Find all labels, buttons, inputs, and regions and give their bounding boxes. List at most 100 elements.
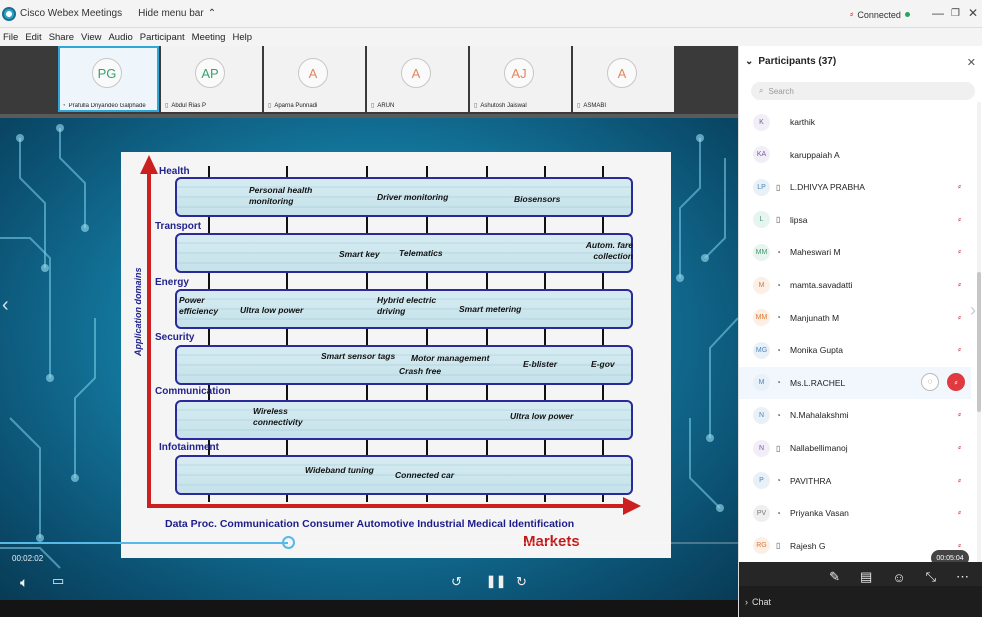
- chevron-down-icon: ⌄: [745, 56, 754, 67]
- participant-row[interactable]: PV ◔ Priyanka Vasan ⸗: [739, 497, 971, 529]
- bottom-bar: [0, 600, 738, 617]
- next-page-arrow-icon[interactable]: ›: [970, 300, 976, 321]
- muted-mic-icon[interactable]: ⸗: [958, 344, 961, 354]
- playback-progress-bar[interactable]: [0, 536, 738, 549]
- muted-mic-icon[interactable]: ⸗: [958, 409, 961, 419]
- elapsed-time: 00:02:02: [12, 554, 44, 563]
- participant-name: karuppaiah A: [790, 149, 840, 160]
- x-axis-categories: Data Proc. Communication Consumer Automo…: [165, 518, 575, 530]
- participant-row[interactable]: MM ◔ Manjunath M ⸗: [739, 302, 971, 334]
- participant-row[interactable]: L ▯ lipsa ⸗: [739, 204, 971, 236]
- participant-thumbnail[interactable]: A ▯ ASMABI: [573, 46, 674, 112]
- item-connected-car: Connected car: [395, 470, 455, 480]
- thumbnail-name-row: ▯ Abdul Rias P: [165, 102, 261, 110]
- participant-thumbnail[interactable]: AP ▯ Abdul Rias P: [161, 46, 262, 112]
- previous-page-arrow-icon[interactable]: ‹: [2, 294, 9, 317]
- forward-30-icon[interactable]: ↻: [516, 574, 527, 590]
- thumbnail-list: PG ◔ Prafulla Dnyandeo Galphade AP ▯ Abdul Ri…: [58, 46, 678, 114]
- participant-search-input[interactable]: ⌕ Search: [751, 82, 975, 100]
- muted-mic-icon[interactable]: ⸗: [958, 442, 961, 452]
- muted-mic-icon[interactable]: ⸗: [958, 246, 961, 256]
- muted-mic-icon[interactable]: ⸗: [958, 475, 961, 485]
- restore-button[interactable]: ❐: [951, 8, 960, 19]
- muted-mic-icon[interactable]: ⸗: [958, 540, 961, 550]
- row-actions: ◌ ⸗: [921, 372, 965, 391]
- participant-name: Ms.L.RACHEL: [790, 377, 846, 388]
- annotate-pen-icon[interactable]: ✎: [829, 569, 840, 585]
- volume-icon[interactable]: 🔈︎: [20, 574, 28, 591]
- audio-icon: ◔: [776, 280, 781, 290]
- participant-row[interactable]: M ◔ Ms.L.RACHEL ◌ ⸗: [739, 366, 971, 399]
- playback-scrubber-handle[interactable]: [281, 536, 295, 549]
- menu-participant[interactable]: Participant: [137, 32, 189, 43]
- thumbnail-name: Ashutosh Jaiswal: [480, 102, 527, 109]
- rewind-10-icon[interactable]: ↺: [451, 574, 462, 590]
- muted-mic-icon[interactable]: ⸗: [958, 312, 961, 322]
- avatar: AJ: [504, 58, 534, 88]
- participant-thumbnail[interactable]: AJ ▯ Ashutosh Jaiswal: [470, 46, 571, 112]
- avatar: LP: [753, 178, 770, 196]
- unmute-button[interactable]: ⸗: [947, 372, 965, 391]
- search-placeholder: Search: [768, 86, 794, 96]
- participant-thumbnail[interactable]: A ▯ ARUN: [367, 46, 468, 112]
- participant-row[interactable]: N ◔ N.Mahalakshmi ⸗: [739, 399, 971, 431]
- participant-row[interactable]: MM ◔ Maheswari M ⸗: [739, 236, 971, 268]
- participants-header[interactable]: ⌄ Participants (37): [745, 56, 836, 67]
- participant-row[interactable]: M ◔ mamta.savadatti ⸗: [739, 269, 971, 301]
- avatar: K: [753, 113, 770, 131]
- menu-audio[interactable]: Audio: [105, 32, 136, 43]
- menu-help[interactable]: Help: [229, 32, 256, 43]
- thumbnail-name: Prafulla Dnyandeo Galphade: [68, 103, 146, 109]
- avatar: MM: [753, 309, 770, 327]
- participant-row[interactable]: N ▯ Nallabellimanoj ⸗: [739, 432, 971, 464]
- item-personal-health: Personal health monitoring: [249, 185, 313, 206]
- menu-share[interactable]: Share: [46, 32, 78, 43]
- presentation-slide: Application domains Health Transport Ene…: [121, 152, 671, 558]
- scrollbar-thumb[interactable]: [977, 272, 981, 412]
- close-panel-icon[interactable]: ✕: [967, 56, 976, 69]
- participant-row[interactable]: Kkarthik: [739, 106, 971, 138]
- menu-view[interactable]: View: [78, 32, 105, 43]
- muted-mic-icon[interactable]: ⸗: [958, 507, 961, 517]
- participant-row[interactable]: MG ◔ Monika Gupta ⸗: [739, 334, 971, 366]
- item-driver-monitoring: Driver monitoring: [377, 192, 449, 202]
- more-options-icon[interactable]: ⋯: [956, 569, 969, 585]
- audio-icon: ◔: [776, 378, 781, 388]
- participant-row[interactable]: P ◔ PAVITHRA ⸗: [739, 465, 971, 497]
- participant-row[interactable]: KA karuppaiah A: [739, 139, 971, 171]
- participant-list-scrollbar[interactable]: [977, 102, 981, 562]
- row-label-infotainment: Infotainment: [159, 442, 219, 453]
- participant-name: Manjunath M: [790, 312, 840, 323]
- chevron-right-icon: ›: [745, 596, 748, 607]
- chat-bubble-icon[interactable]: ◌: [921, 372, 939, 391]
- participant-thumbnail[interactable]: A ▯ Aparna Punnadi: [264, 46, 365, 112]
- minimize-button[interactable]: —: [932, 6, 944, 20]
- thumbnail-name: Aparna Punnadi: [274, 102, 318, 109]
- muted-mic-icon[interactable]: ⸗: [958, 181, 961, 191]
- menu-meeting[interactable]: Meeting: [189, 32, 230, 43]
- participant-row[interactable]: LP ▯ L.DHIVYA PRABHA ⸗: [739, 171, 971, 203]
- captions-icon[interactable]: ▭: [52, 573, 64, 589]
- shrink-icon[interactable]: ⤡: [926, 569, 936, 585]
- hide-menu-bar-button[interactable]: Hide menu bar ⌃: [138, 8, 216, 19]
- notes-icon[interactable]: ▤: [860, 569, 872, 585]
- participant-name: karthik: [790, 117, 816, 127]
- avatar: N: [753, 406, 770, 424]
- people-icon[interactable]: ☺: [892, 570, 905, 585]
- connection-status[interactable]: ⸗ Connected: [850, 9, 910, 20]
- muted-mic-icon[interactable]: ⸗: [958, 214, 961, 224]
- menu-edit[interactable]: Edit: [22, 32, 45, 43]
- participant-thumbnail[interactable]: PG ◔ Prafulla Dnyandeo Galphade: [58, 46, 159, 112]
- row-label-energy: Energy: [155, 277, 189, 288]
- close-window-button[interactable]: ✕: [968, 6, 978, 20]
- pause-icon[interactable]: ❚❚: [486, 574, 506, 588]
- participants-panel: ⌄ Participants (37) ✕ ⌕ Search Kkarthik K…: [738, 46, 982, 617]
- item-power-efficiency: Power efficiency: [179, 295, 219, 316]
- muted-mic-icon[interactable]: ⸗: [958, 279, 961, 289]
- app-title: Cisco Webex Meetings: [20, 8, 123, 19]
- shared-content-area[interactable]: ‹ Application domains Health Transport E…: [0, 118, 738, 600]
- menu-file[interactable]: File: [0, 32, 22, 43]
- audio-icon: ◔: [62, 103, 66, 109]
- chat-section[interactable]: › Chat: [739, 586, 982, 617]
- phone-icon: ▯: [268, 103, 272, 109]
